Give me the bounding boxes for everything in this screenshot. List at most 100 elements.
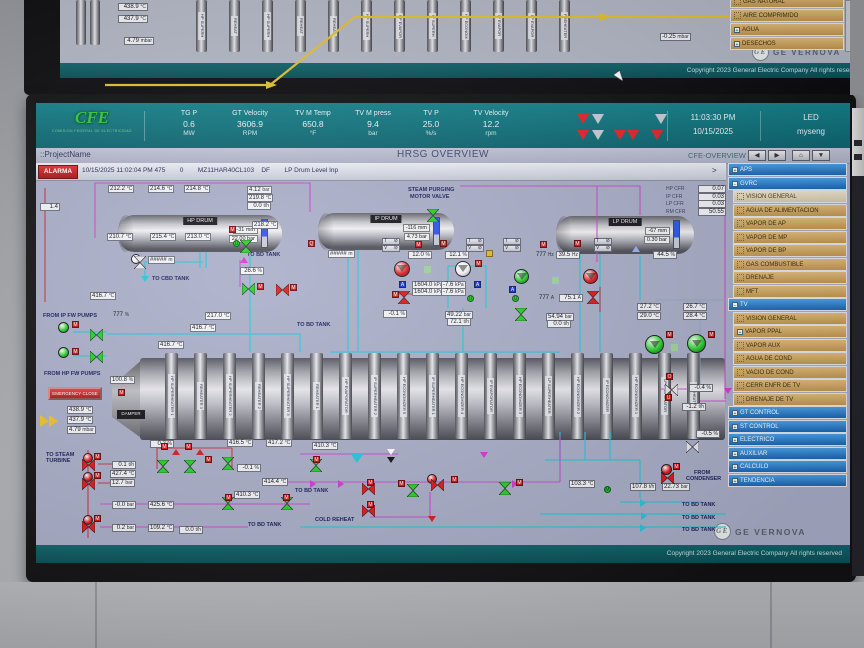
sidebar-item-agua-de-alimentacion[interactable]: AGUA DE ALIMENTACION (733, 204, 847, 217)
t-control-button[interactable]: T⊘ (503, 238, 521, 245)
valve-icon[interactable] (222, 497, 234, 510)
pump-icon[interactable] (58, 347, 69, 358)
sidebar-item-vapor-de-mp[interactable]: VAPOR DE MP (733, 231, 847, 244)
sidebar-item-st-control[interactable]: +ST CONTROL (728, 420, 847, 433)
t-control-button[interactable]: T⊘ (466, 238, 484, 245)
sidebar-item-aps[interactable]: +APS (728, 163, 847, 176)
time-text: 11:03:30 PM (676, 111, 750, 125)
v-control-button[interactable]: V⊘ (466, 245, 484, 252)
top-sidebar-item-aire-comprimido[interactable]: AIRE COMPRIMIDO (730, 9, 844, 22)
t-control-button[interactable]: T⊘ (594, 238, 612, 245)
alarm-message: 10/15/2025 11:02:04 PM 475 0 MZ11HAR40CL… (82, 167, 338, 174)
valve-icon[interactable] (407, 484, 419, 497)
monitor-button[interactable] (854, 154, 862, 160)
sidebar-item-vacio-de-cond[interactable]: VACIO DE COND (733, 366, 847, 379)
v-control-button[interactable]: V⊘ (503, 245, 521, 252)
tv-control-pair[interactable]: T⊘V⊘ (503, 238, 521, 252)
nav-filter-button[interactable]: ▼ (812, 150, 830, 161)
sidebar-item-gvrc[interactable]: −GVRC (728, 177, 847, 190)
v-control-button[interactable]: V⊘ (594, 245, 612, 252)
sidebar-item-label: APS (740, 167, 752, 173)
tv-control-pair[interactable]: T⊘V⊘ (466, 238, 484, 252)
valve-icon[interactable] (184, 460, 196, 473)
pump-icon[interactable] (583, 269, 598, 284)
emergency-close-button[interactable]: EMERGENCY CLOSE (48, 387, 102, 400)
pump-icon[interactable] (514, 269, 529, 284)
sidebar-item-vapor-aux[interactable]: VAPOR AUX (733, 339, 847, 352)
valve-icon[interactable] (362, 505, 375, 517)
valve-icon[interactable] (665, 384, 678, 396)
expand-plus-icon: + (734, 27, 740, 33)
valve-icon[interactable] (240, 240, 252, 253)
valve-icon[interactable] (82, 521, 95, 533)
valve-icon[interactable] (281, 497, 293, 510)
sidebar-item-vapor-de-bp[interactable]: VAPOR DE BP (733, 244, 847, 257)
leaf-dot-icon (737, 342, 744, 349)
pump-icon[interactable] (687, 334, 706, 353)
valve-icon[interactable] (499, 482, 511, 495)
alarm-banner[interactable]: ALARMA 10/15/2025 11:02:04 PM 475 0 MZ11… (36, 163, 726, 181)
sidebar-item-vision-general[interactable]: VISION GENERAL (733, 312, 847, 325)
top-sidebar-item-desechos[interactable]: +DESECHOS (730, 37, 844, 50)
v-control-button[interactable]: V⊘ (382, 245, 400, 252)
sidebar-item-vision-general[interactable]: VISION GENERAL (733, 190, 847, 203)
sidebar-item-tv[interactable]: −TV (728, 298, 847, 311)
sidebar-item-label: VAPOR PPAL (745, 329, 782, 335)
sidebar-item-tendencia[interactable]: +TENDENCIA (728, 474, 847, 487)
top-sidebar-item-agua[interactable]: +AGUA (730, 23, 844, 36)
sidebar-item-drenaje-de-tv[interactable]: DRENAJE DE TV (733, 393, 847, 406)
valve-icon[interactable] (362, 483, 375, 495)
nav-home-button[interactable]: ⌂ (792, 150, 810, 161)
top-sidebar-item-gas-natural[interactable]: GAS NATURAL (730, 0, 844, 8)
led-label: LED (778, 111, 844, 125)
valve-icon[interactable] (82, 478, 95, 490)
expand-plus-icon: + (732, 410, 738, 416)
t-control-button[interactable]: T⊘ (382, 238, 400, 245)
valve-icon[interactable] (310, 459, 322, 472)
tv-control-pair[interactable]: T⊘V⊘ (382, 238, 400, 252)
desk-surface (0, 582, 864, 648)
metric-unit: RPM (221, 130, 279, 137)
valve-icon[interactable] (686, 441, 699, 453)
sidebar-item-cerr-enfr-de-tv[interactable]: CERR ENFR DE TV (733, 379, 847, 392)
valve-icon[interactable] (398, 291, 410, 304)
valve-icon[interactable] (427, 209, 439, 222)
expand-plus-icon: + (732, 437, 738, 443)
pump-icon[interactable] (645, 335, 664, 354)
metric-value: 12.2 (462, 119, 520, 129)
sidebar-item-calculo[interactable]: +CALCULO (728, 460, 847, 473)
valve-icon[interactable] (82, 459, 95, 471)
desk-seam (770, 582, 772, 648)
valve-icon[interactable] (431, 479, 444, 491)
sidebar-item-label: AGUA DE ALIMENTACION (746, 208, 819, 214)
monitor-button[interactable] (854, 140, 862, 146)
sidebar-item-label: GVRC (740, 181, 757, 187)
valve-icon[interactable] (222, 457, 234, 470)
pump-icon[interactable] (58, 322, 69, 333)
sidebar-item-agua-de-cond[interactable]: AGUA DE COND (733, 352, 847, 365)
valve-icon[interactable] (276, 284, 289, 296)
pump-icon[interactable] (394, 261, 410, 277)
nav-prev-button[interactable]: ◀ (748, 150, 766, 161)
sidebar-item-drenaje[interactable]: DRENAJE (733, 271, 847, 284)
valve-icon[interactable] (587, 291, 599, 304)
valve-icon[interactable] (157, 460, 169, 473)
sidebar-item-auxiliar[interactable]: +AUXILIAR (728, 447, 847, 460)
metric-value: 0.6 (160, 119, 218, 129)
sidebar-item-electrico[interactable]: +ELECTRICO (728, 433, 847, 446)
pump-icon[interactable] (455, 261, 471, 277)
valve-icon[interactable] (242, 283, 255, 295)
sidebar-item-gas-combustible[interactable]: GAS COMBUSTIBLE (733, 258, 847, 271)
valve-icon[interactable] (515, 308, 527, 321)
tv-control-pair[interactable]: T⊘V⊘ (594, 238, 612, 252)
sidebar-item-vapor-de-ap[interactable]: VAPOR DE AP (733, 217, 847, 230)
valve-icon[interactable] (661, 472, 674, 484)
sidebar-item-mft[interactable]: MFT (733, 285, 847, 298)
valve-icon[interactable] (90, 329, 103, 341)
sidebar-item-gt-control[interactable]: +GT CONTROL (728, 406, 847, 419)
alarm-more-button[interactable]: > (712, 166, 717, 175)
valve-icon[interactable] (134, 256, 146, 269)
sidebar-item-vapor-ppal[interactable]: +VAPOR PPAL (733, 325, 847, 338)
valve-icon[interactable] (90, 351, 103, 363)
nav-next-button[interactable]: ▶ (768, 150, 786, 161)
